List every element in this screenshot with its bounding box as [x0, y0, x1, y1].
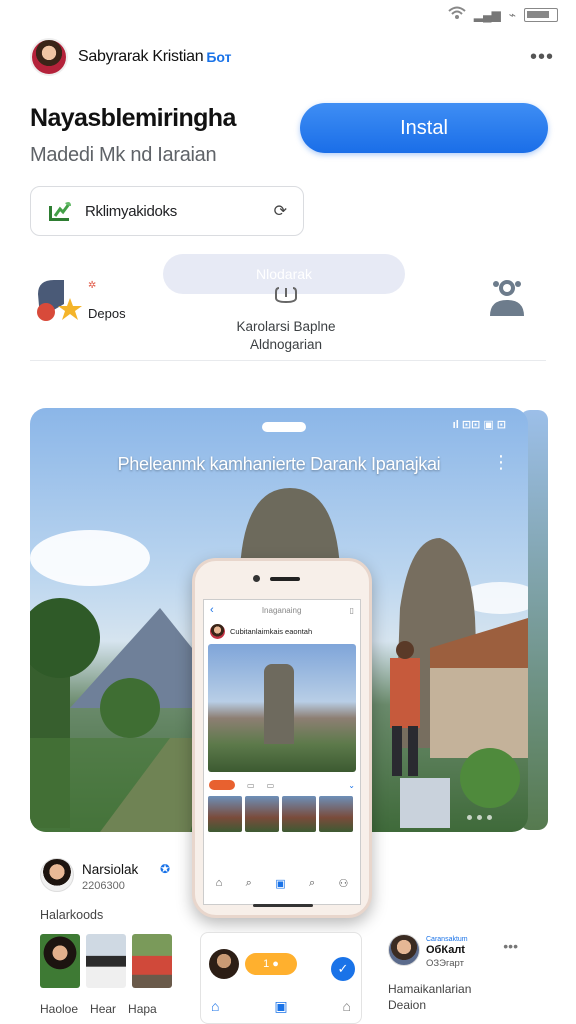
leaf-chart-icon [47, 200, 73, 222]
phone-user-name: Cubitanlaimkais eaontah [230, 626, 313, 636]
hero-menu-icon[interactable]: ⋮ [492, 452, 510, 473]
profile-thumbnail[interactable] [86, 934, 126, 988]
rating-icon [37, 280, 95, 321]
hero-status: ıl ⊡⊡ ▣ ⊡ [452, 419, 506, 431]
phone-screen-user: Cubitanlaimkais eaontah [204, 620, 360, 642]
phone-thumbnail[interactable] [319, 796, 353, 832]
status-icons: ▂▄▆ ⌁ [448, 6, 558, 23]
verified-icon: ✪ [160, 862, 171, 876]
chat-icon[interactable]: ⌕ [309, 877, 315, 890]
bell-icon[interactable]: ⌂ [343, 998, 351, 1015]
thumbnail-caption: Haoloe [40, 1002, 79, 1016]
profile-thumbnail[interactable] [132, 934, 172, 988]
downloads-stat: Karolarsi Baplne Aldnogarian [200, 286, 372, 352]
profile-id: 2206300 [82, 880, 125, 892]
more-options-icon[interactable]: ••• [530, 46, 554, 69]
more-options-icon[interactable]: ••• [503, 938, 518, 954]
reviewer-line1: Hamaikanlarian [388, 982, 472, 996]
category-chip-label: Rklimyakidoks [85, 202, 177, 220]
phone-screen-title: Inaganaing [261, 605, 302, 615]
refresh-icon[interactable]: ⟳ [274, 201, 287, 221]
downloads-stat-line1: Karolarsi Baplne [236, 319, 336, 334]
sparkle-icon: ✲ [88, 280, 97, 291]
profile-avatar [40, 858, 74, 892]
profile-card[interactable]: Narsiolak ✪ 2206300 Halarkoods Haoloe He… [30, 846, 190, 1024]
audience-icon [488, 274, 526, 318]
chevron-down-icon[interactable]: ⌄ [348, 781, 355, 790]
profile-section-title: Halarkoods [40, 908, 104, 922]
profile-name: Narsiolak [82, 862, 139, 877]
phone-screen-header: ‹ Inaganaing ▯ [204, 600, 360, 620]
app-subtitle: Madedi Mk nd Iaraian [30, 144, 217, 166]
phone-tool-icon[interactable]: ▭ [267, 781, 275, 790]
profile-thumbnails [40, 934, 172, 988]
developer-avatar[interactable] [30, 38, 68, 76]
phone-thumbnail[interactable] [245, 796, 279, 832]
phone-thumbnail[interactable] [208, 796, 242, 832]
reviewer-line2: Deaion [388, 998, 427, 1012]
downloads-stat-line2: Aldnogarian [249, 337, 323, 352]
thumbnail-caption: Hapa [128, 1002, 157, 1016]
data-icon: ⌁ [508, 7, 516, 22]
reviewer-name: ОбКалt [426, 944, 465, 956]
section-divider [30, 360, 546, 361]
check-icon[interactable]: ✓ [331, 957, 355, 981]
reviewer-tag: Caransaktum [426, 936, 468, 943]
phone-tool-icon[interactable]: ▭ [247, 781, 255, 790]
home-indicator [253, 904, 313, 907]
download-icon [200, 286, 372, 309]
thumbnail-caption: Hear [90, 1002, 117, 1016]
status-bar: ▂▄▆ ⌁ [0, 0, 576, 28]
profile-thumbnail[interactable] [40, 934, 80, 988]
phone-photo [208, 644, 356, 772]
install-button[interactable]: Instal [300, 103, 548, 153]
reviewer-avatar [388, 934, 420, 966]
signal-icon: ▂▄▆ [473, 7, 501, 22]
gallery-icon[interactable]: ▣ [274, 998, 287, 1015]
phone-thumbnail[interactable] [282, 796, 316, 832]
carousel-dots [467, 815, 492, 820]
bookmark-icon[interactable]: ▯ [350, 606, 354, 615]
search-icon[interactable]: ⌕ [246, 877, 252, 890]
phone-bottom-nav: ⌂ ⌕ ▣ ⌕ ⚇ [204, 877, 360, 890]
home-icon[interactable]: ⌂ [211, 998, 219, 1015]
phone-mockup: ‹ Inaganaing ▯ Cubitanlaimkais eaontah ▭… [192, 558, 372, 918]
action-card[interactable]: 1 ● ✓ ⌂ ▣ ⌂ [200, 932, 362, 1024]
developer-name[interactable]: Sabyrarak Kristian [78, 48, 204, 66]
battery-icon [524, 7, 558, 22]
action-card-badge: 1 ● [245, 953, 297, 975]
phone-screen: ‹ Inaganaing ▯ Cubitanlaimkais eaontah ▭… [203, 599, 361, 905]
phone-orange-tag[interactable] [209, 780, 235, 790]
profile-thumbnail-captions: Haoloe Hear Hapa [40, 1002, 157, 1016]
phone-toolbar: ▭ ▭ ⌄ [204, 774, 360, 796]
speaker-grille [270, 577, 300, 581]
app-title: Nayasblemiringha [30, 104, 236, 132]
hero-caption: Pheleanmk kamhanierte Darank Ipanajkai [117, 454, 441, 474]
action-card-avatar [209, 949, 239, 979]
developer-row: Sabyrarak Kristian Бот ••• [30, 36, 554, 78]
home-icon[interactable]: ⌂ [216, 877, 223, 890]
camera-icon [253, 575, 260, 582]
gallery-icon[interactable]: ▣ [275, 877, 285, 890]
category-chip[interactable]: Rklimyakidoks ⟳ [30, 186, 304, 236]
reviewer-sub: ОЗЭгарт [426, 958, 464, 969]
back-icon[interactable]: ‹ [210, 604, 214, 616]
developer-badge: Бот [206, 49, 232, 65]
phone-user-avatar [210, 623, 225, 639]
hero-notch [262, 422, 306, 432]
wifi-icon [448, 6, 466, 23]
phone-thumbnails [204, 796, 360, 832]
action-card-nav: ⌂ ▣ ⌂ [211, 998, 351, 1015]
reviewer-card[interactable]: Caransaktum ОбКалt ОЗЭгарт ••• Hamaikanl… [384, 930, 534, 1020]
rating-stat-label: Depos [88, 306, 126, 321]
profile-icon[interactable]: ⚇ [338, 877, 348, 890]
